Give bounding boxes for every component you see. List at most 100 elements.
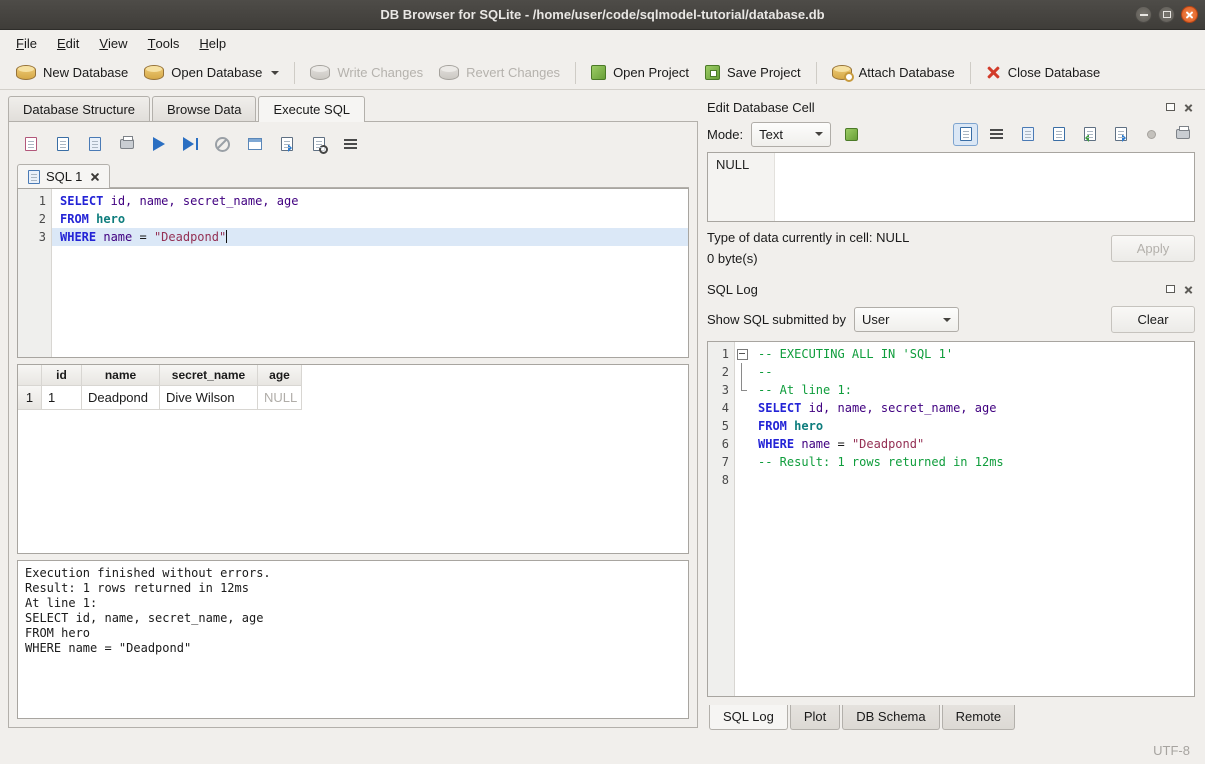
tab-database-structure[interactable]: Database Structure bbox=[8, 96, 150, 121]
set-as-null-button[interactable] bbox=[1139, 123, 1164, 146]
sql-toolbar bbox=[17, 130, 689, 158]
open-database-button[interactable]: Open Database bbox=[136, 61, 287, 84]
print-sql-button[interactable] bbox=[113, 131, 140, 157]
column-header-name[interactable]: name bbox=[82, 365, 160, 386]
open-database-icon bbox=[144, 65, 164, 80]
clear-button[interactable]: Clear bbox=[1111, 306, 1195, 333]
mode-select[interactable]: Text bbox=[751, 122, 831, 147]
new-database-icon bbox=[16, 65, 36, 80]
import-data-button[interactable] bbox=[1077, 123, 1102, 146]
open-database-dropdown-icon[interactable] bbox=[271, 71, 279, 79]
message-line: At line 1: bbox=[25, 596, 681, 611]
execute-all-button[interactable] bbox=[145, 131, 172, 157]
word-wrap-icon bbox=[990, 129, 1003, 139]
token: = bbox=[132, 230, 154, 244]
editor-gutter: 123 bbox=[18, 189, 52, 357]
new-database-button[interactable]: New Database bbox=[8, 61, 136, 84]
find-replace-button[interactable] bbox=[305, 131, 332, 157]
bottom-tab-plot[interactable]: Plot bbox=[790, 705, 840, 730]
fold-marker[interactable] bbox=[735, 381, 750, 399]
menu-help[interactable]: Help bbox=[189, 30, 236, 56]
tab-browse-data[interactable]: Browse Data bbox=[152, 96, 256, 121]
save-sql-file-button[interactable] bbox=[49, 131, 76, 157]
cell-content: NULL bbox=[708, 153, 775, 221]
menu-view[interactable]: View bbox=[89, 30, 137, 56]
sql-tab-sql-1[interactable]: SQL 1 bbox=[17, 164, 110, 188]
maximize-button[interactable] bbox=[1158, 6, 1175, 23]
undock-panel-icon[interactable] bbox=[1164, 283, 1177, 296]
cell-icon-row bbox=[953, 123, 1195, 146]
open-query-in-new-tab-button[interactable] bbox=[241, 131, 268, 157]
print-cell-button[interactable] bbox=[1170, 123, 1195, 146]
export-data-button[interactable] bbox=[1108, 123, 1133, 146]
save-as-button[interactable] bbox=[1046, 123, 1071, 146]
sql-log-header: SQL Log bbox=[707, 278, 1195, 300]
save-sql-file-as-button[interactable] bbox=[81, 131, 108, 157]
menu-tools[interactable]: Tools bbox=[138, 30, 190, 56]
statusbar: UTF-8 bbox=[0, 736, 1205, 764]
bottom-tab-db-schema[interactable]: DB Schema bbox=[842, 705, 939, 730]
close-window-button[interactable] bbox=[1181, 6, 1198, 23]
cell-id[interactable]: 1 bbox=[42, 386, 82, 410]
menu-edit[interactable]: Edit bbox=[47, 30, 89, 56]
tab-execute-sql[interactable]: Execute SQL bbox=[258, 96, 365, 122]
stop-execution-icon bbox=[215, 137, 230, 152]
edit-cell-header: Edit Database Cell bbox=[707, 96, 1195, 118]
text-mode-button[interactable] bbox=[953, 123, 978, 146]
export-results-button[interactable] bbox=[273, 131, 300, 157]
open-in-external-button[interactable] bbox=[839, 123, 864, 146]
mode-label: Mode: bbox=[707, 127, 743, 142]
cell-secret_name[interactable]: Dive Wilson bbox=[160, 386, 258, 410]
toggle-word-wrap-button[interactable] bbox=[337, 131, 364, 157]
column-header-secret_name[interactable]: secret_name bbox=[160, 365, 258, 386]
open-sql-file-button[interactable] bbox=[17, 131, 44, 157]
minimize-button[interactable] bbox=[1135, 6, 1152, 23]
cell-size-text: 0 byte(s) bbox=[707, 251, 1111, 266]
bottom-tab-remote[interactable]: Remote bbox=[942, 705, 1016, 730]
fold-marker[interactable] bbox=[735, 363, 750, 381]
filter-label: Show SQL submitted by bbox=[707, 312, 846, 327]
save-project-button[interactable]: Save Project bbox=[697, 61, 809, 84]
close-panel-icon[interactable] bbox=[1182, 283, 1195, 296]
close-panel-icon[interactable] bbox=[1182, 101, 1195, 114]
line-number: 4 bbox=[708, 399, 734, 417]
find-replace-icon bbox=[313, 137, 325, 151]
results-table: idnamesecret_nameage11DeadpondDive Wilso… bbox=[18, 365, 688, 410]
new-database-label: New Database bbox=[43, 65, 128, 80]
word-wrap-button[interactable] bbox=[984, 123, 1009, 146]
token: = bbox=[830, 437, 852, 451]
open-project-button[interactable]: Open Project bbox=[583, 61, 697, 84]
pane-splitter[interactable] bbox=[698, 90, 705, 736]
column-header-id[interactable]: id bbox=[42, 365, 82, 386]
write-changes-icon bbox=[310, 65, 330, 80]
execute-current-line-button[interactable] bbox=[177, 131, 204, 157]
results-row: 11DeadpondDive WilsonNULL bbox=[18, 386, 688, 410]
edit-cell-dock-icons bbox=[1164, 101, 1195, 114]
window-title: DB Browser for SQLite - /home/user/code/… bbox=[0, 7, 1205, 22]
token: id, name, secret_name, age bbox=[111, 194, 299, 208]
submitter-select[interactable]: User bbox=[854, 307, 959, 332]
menubar: FileEditViewToolsHelp bbox=[0, 30, 1205, 56]
undock-panel-icon[interactable] bbox=[1164, 101, 1177, 114]
stop-execution-button[interactable] bbox=[209, 131, 236, 157]
code-line: WHERE name = "Deadpond" bbox=[750, 435, 1194, 453]
message-log: Execution finished without errors.Result… bbox=[17, 560, 689, 719]
column-header-age[interactable]: age bbox=[258, 365, 302, 386]
import-data-icon bbox=[1084, 127, 1096, 141]
sql-log-view[interactable]: 12345678 -- EXECUTING ALL IN 'SQL 1'----… bbox=[707, 341, 1195, 697]
attach-database-button[interactable]: Attach Database bbox=[824, 61, 963, 84]
log-body: -- EXECUTING ALL IN 'SQL 1'---- At line … bbox=[750, 342, 1194, 696]
cell-editor[interactable]: NULL bbox=[707, 152, 1195, 222]
copy-cell-button[interactable] bbox=[1015, 123, 1040, 146]
row-number: 1 bbox=[18, 386, 42, 410]
cell-age[interactable]: NULL bbox=[258, 386, 302, 410]
open-in-external-icon bbox=[845, 128, 858, 141]
cell-name[interactable]: Deadpond bbox=[82, 386, 160, 410]
close-tab-icon[interactable] bbox=[90, 172, 99, 181]
sql-editor[interactable]: 123 SELECT id, name, secret_name, ageFRO… bbox=[17, 188, 689, 358]
fold-marker[interactable] bbox=[735, 345, 750, 363]
right-pane: Edit Database Cell Mode: Text NULL bbox=[705, 90, 1205, 736]
close-database-button[interactable]: Close Database bbox=[978, 61, 1109, 84]
menu-file[interactable]: File bbox=[6, 30, 47, 56]
bottom-tab-sql-log[interactable]: SQL Log bbox=[709, 705, 788, 730]
